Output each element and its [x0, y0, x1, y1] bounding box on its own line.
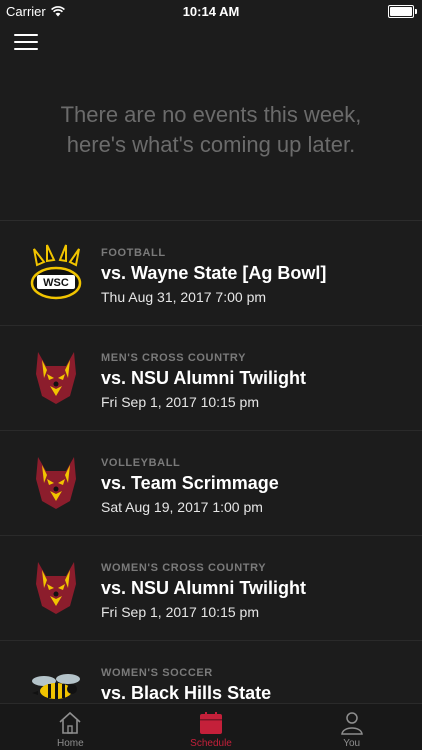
- svg-text:WSC: WSC: [43, 277, 69, 289]
- event-row[interactable]: WSC FOOTBALL vs. Wayne State [Ag Bowl] T…: [0, 221, 422, 326]
- event-date: Thu Aug 31, 2017 7:00 pm: [101, 289, 267, 305]
- status-bar: Carrier 10:14 AM: [0, 0, 422, 22]
- event-list: WSC FOOTBALL vs. Wayne State [Ag Bowl] T…: [0, 221, 422, 704]
- clock: 10:14 AM: [182, 4, 240, 19]
- tab-schedule[interactable]: Schedule: [141, 704, 282, 750]
- event-sport: WOMEN'S CROSS COUNTRY: [101, 562, 267, 574]
- home-icon: [59, 711, 81, 734]
- event-row[interactable]: VOLLEYBALL vs. Team Scrimmage Sat Aug 19…: [0, 431, 422, 536]
- event-info: MEN'S CROSS COUNTRY vs. NSU Alumni Twili…: [101, 352, 412, 410]
- event-info: VOLLEYBALL vs. Team Scrimmage Sat Aug 19…: [101, 457, 412, 515]
- nav-bar: [0, 22, 422, 66]
- calendar-icon: [200, 712, 222, 734]
- wolf-logo: [36, 562, 76, 614]
- event-info: WOMEN'S CROSS COUNTRY vs. NSU Alumni Twi…: [101, 562, 412, 620]
- event-info: FOOTBALL vs. Wayne State [Ag Bowl] Thu A…: [101, 247, 412, 305]
- event-row[interactable]: WOMEN'S SOCCER vs. Black Hills State: [0, 641, 422, 704]
- tab-home-label: Home: [56, 738, 84, 749]
- wolf-logo: [36, 352, 76, 404]
- battery-icon: [388, 5, 417, 18]
- tab-schedule-label: Schedule: [190, 738, 232, 749]
- wsc-paw-logo: WSC: [30, 244, 82, 300]
- event-title: vs. NSU Alumni Twilight: [101, 578, 307, 598]
- hornet-logo: [32, 674, 80, 699]
- event-date: Sat Aug 19, 2017 1:00 pm: [101, 499, 263, 515]
- event-sport: VOLLEYBALL: [101, 457, 181, 469]
- wolf-logo: [36, 457, 76, 509]
- event-title: vs. Black Hills State: [101, 683, 272, 703]
- tab-home[interactable]: Home: [0, 704, 141, 750]
- person-icon: [340, 712, 363, 735]
- tab-you[interactable]: You: [281, 704, 422, 750]
- event-sport: MEN'S CROSS COUNTRY: [101, 352, 247, 364]
- tab-you-label: You: [343, 738, 361, 749]
- event-row[interactable]: MEN'S CROSS COUNTRY vs. NSU Alumni Twili…: [0, 326, 422, 431]
- event-date: Fri Sep 1, 2017 10:15 pm: [101, 394, 259, 410]
- empty-state-message: There are no events this week, here's wh…: [60, 102, 362, 157]
- event-date: Fri Sep 1, 2017 10:15 pm: [101, 604, 259, 620]
- hamburger-icon[interactable]: [14, 34, 38, 52]
- event-row[interactable]: WOMEN'S CROSS COUNTRY vs. NSU Alumni Twi…: [0, 536, 422, 641]
- tab-bar: Home Schedule You: [0, 703, 422, 750]
- event-info: WOMEN'S SOCCER vs. Black Hills State: [101, 667, 412, 704]
- event-title: vs. Wayne State [Ag Bowl]: [101, 263, 327, 283]
- event-sport: WOMEN'S SOCCER: [101, 667, 213, 679]
- event-title: vs. NSU Alumni Twilight: [101, 368, 307, 388]
- event-sport: FOOTBALL: [101, 247, 166, 259]
- event-title: vs. Team Scrimmage: [101, 473, 279, 493]
